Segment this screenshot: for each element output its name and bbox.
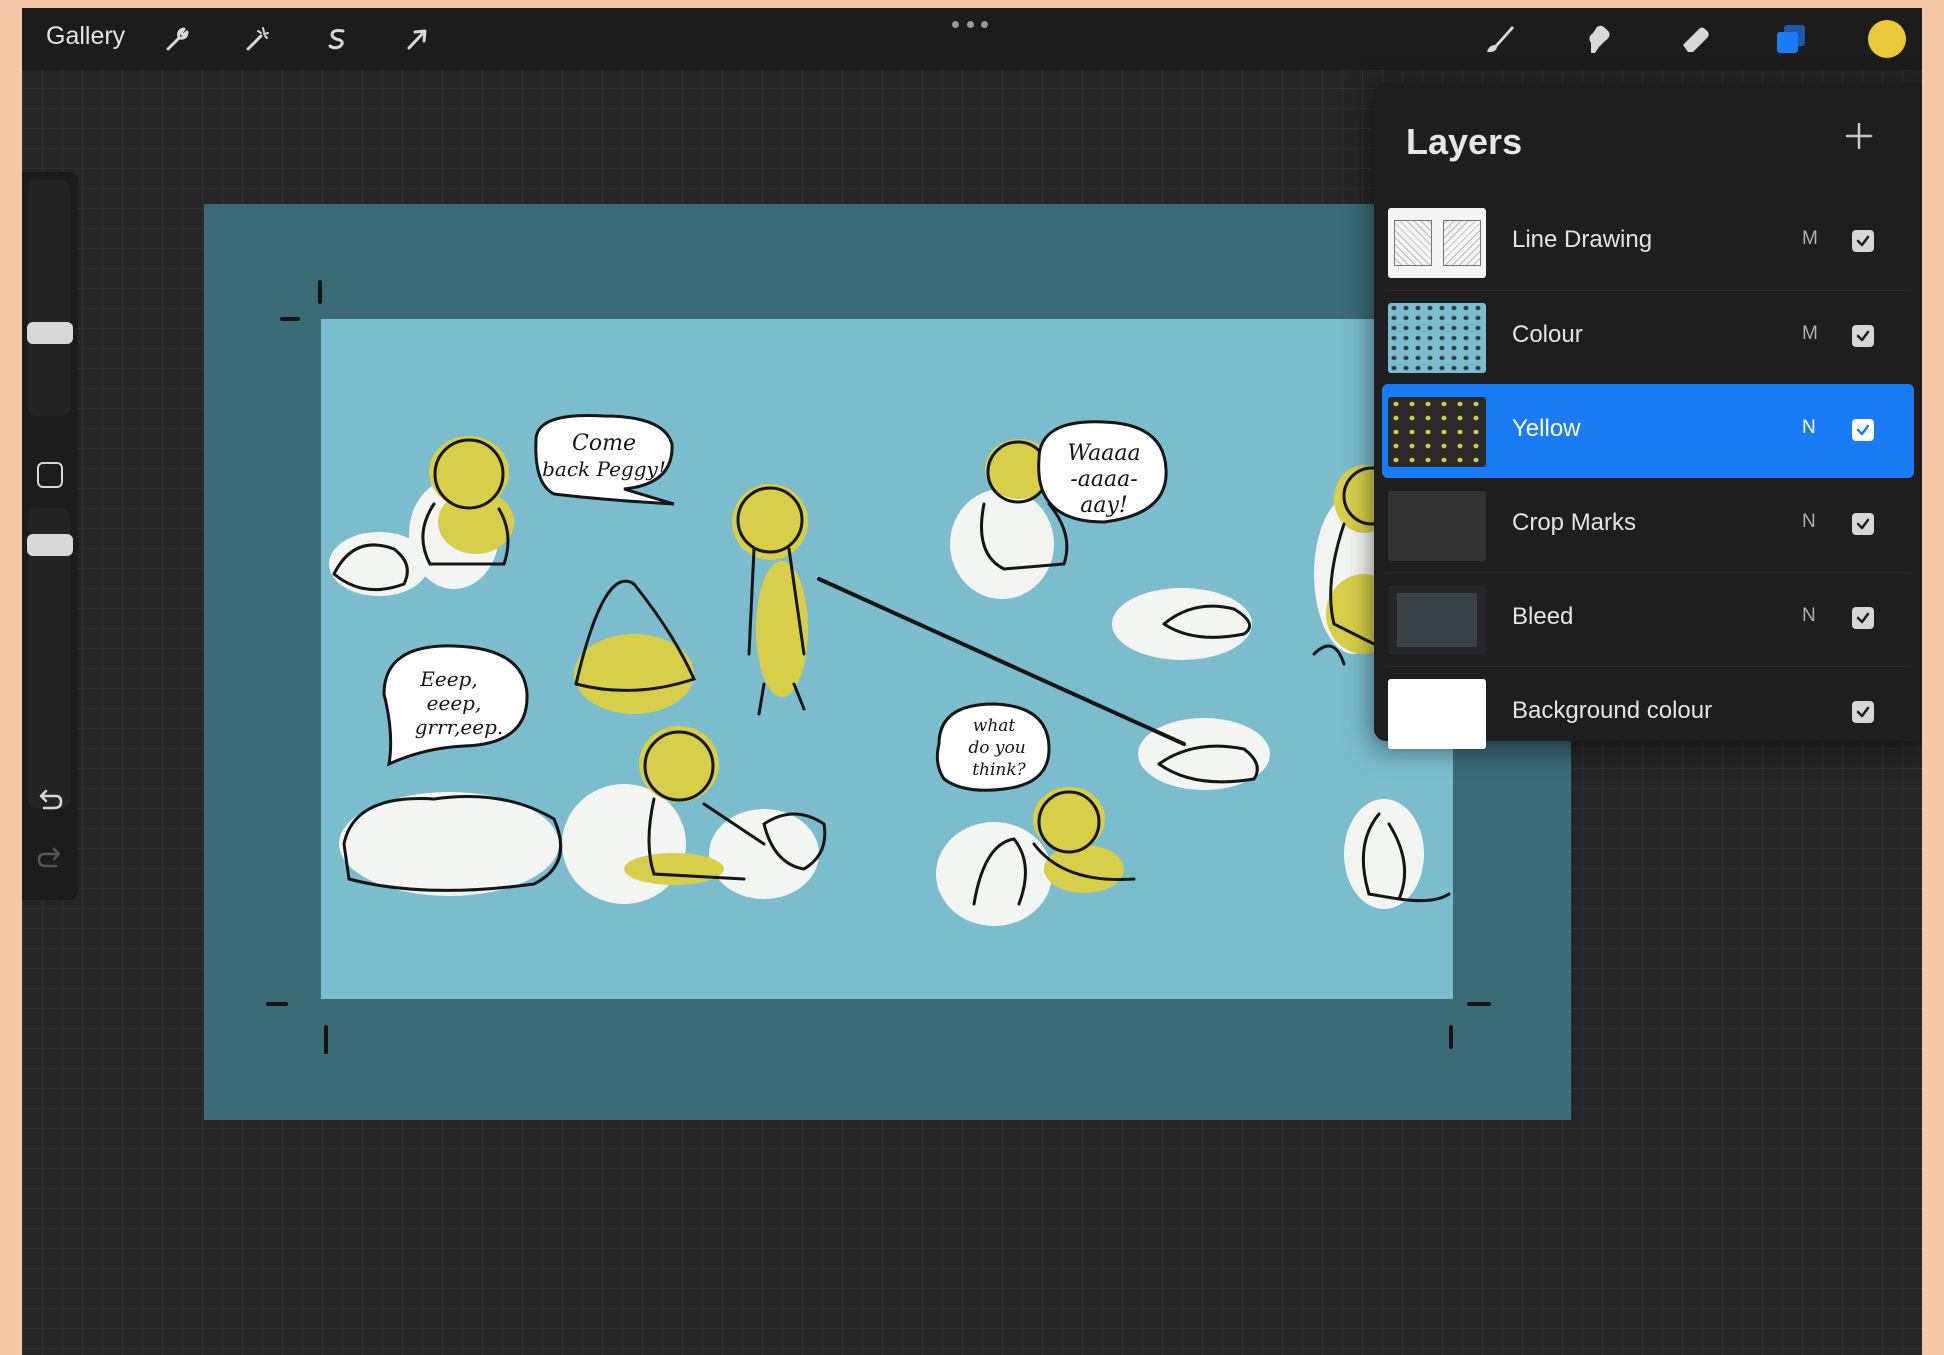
- checkmark-icon: [1856, 612, 1870, 624]
- layer-row[interactable]: Line Drawing M: [1382, 196, 1914, 290]
- left-sidebar: [22, 172, 78, 900]
- speech-bubble-waaaa: Waaaa -aaaa- aay!: [1037, 420, 1168, 524]
- layer-name: Crop Marks: [1512, 509, 1637, 536]
- layer-blend-mode-button[interactable]: M: [1802, 228, 1818, 250]
- layer-thumbnail[interactable]: [1388, 303, 1486, 373]
- layer-blend-mode-button[interactable]: M: [1802, 323, 1818, 345]
- svg-text:what: what: [973, 716, 1016, 736]
- layer-visibility-checkbox[interactable]: [1852, 513, 1874, 535]
- svg-text:grrr,eep.: grrr,eep.: [415, 715, 503, 739]
- opacity-slider-thumb[interactable]: [27, 534, 73, 556]
- layer-name: Colour: [1512, 321, 1583, 348]
- layer-blend-mode-button[interactable]: N: [1802, 511, 1816, 533]
- smudge-icon[interactable]: [1578, 20, 1616, 58]
- layer-visibility-checkbox[interactable]: [1852, 701, 1874, 723]
- layer-name: Bleed: [1512, 603, 1574, 630]
- modify-square-icon[interactable]: [37, 462, 63, 488]
- svg-text:Eeep,: Eeep,: [419, 667, 477, 691]
- layer-name: Yellow: [1512, 415, 1581, 442]
- svg-text:back Peggy!: back Peggy!: [542, 457, 666, 481]
- layers-panel: Layers Line Drawing M Colour M Yellow N Crop M…: [1374, 83, 1922, 749]
- more-ellipsis-icon[interactable]: [952, 16, 988, 32]
- layer-visibility-checkbox[interactable]: [1852, 419, 1874, 441]
- layer-visibility-checkbox[interactable]: [1852, 230, 1874, 252]
- layer-thumbnail[interactable]: [1388, 679, 1486, 749]
- redo-icon[interactable]: [34, 842, 66, 874]
- layer-thumbnail[interactable]: [1388, 397, 1486, 467]
- speech-bubble-what: what do you think?: [935, 702, 1051, 792]
- checkmark-icon: [1856, 330, 1870, 342]
- svg-text:eeep,: eeep,: [427, 691, 482, 715]
- undo-icon[interactable]: [34, 784, 66, 816]
- layers-icon[interactable]: [1772, 20, 1810, 58]
- artwork: Come back Peggy! Waaaa -aaaa- aay! Eeep,…: [204, 204, 1571, 1120]
- layers-title: Layers: [1406, 121, 1523, 162]
- layer-blend-mode-button[interactable]: N: [1802, 605, 1816, 627]
- svg-text:Waaaa: Waaaa: [1067, 441, 1140, 466]
- add-layer-plus-icon[interactable]: [1844, 121, 1874, 151]
- layer-row[interactable]: Crop Marks N: [1382, 478, 1914, 572]
- svg-text:think?: think?: [972, 760, 1026, 780]
- gallery-button[interactable]: Gallery: [46, 22, 125, 51]
- checkmark-icon: [1856, 706, 1870, 718]
- brush-size-slider[interactable]: [28, 180, 70, 416]
- adjustments-magic-wand-icon[interactable]: [238, 20, 276, 58]
- layer-row[interactable]: Bleed N: [1382, 572, 1914, 666]
- brush-size-slider-thumb[interactable]: [27, 322, 73, 344]
- layer-name: Background colour: [1512, 697, 1713, 724]
- svg-text:aay!: aay!: [1080, 493, 1128, 518]
- layer-row[interactable]: Colour M: [1382, 290, 1914, 384]
- selection-s-icon[interactable]: [318, 20, 356, 58]
- layer-row[interactable]: Yellow N: [1382, 384, 1914, 478]
- drawing-canvas[interactable]: Come back Peggy! Waaaa -aaaa- aay! Eeep,…: [204, 204, 1571, 1120]
- layer-thumbnail[interactable]: [1388, 208, 1486, 278]
- top-toolbar: Gallery: [22, 8, 1922, 70]
- svg-text:-aaaa-: -aaaa-: [1070, 467, 1137, 492]
- layer-visibility-checkbox[interactable]: [1852, 325, 1874, 347]
- eraser-icon[interactable]: [1676, 20, 1714, 58]
- svg-text:do you: do you: [968, 738, 1025, 758]
- layer-visibility-checkbox[interactable]: [1852, 607, 1874, 629]
- color-picker-swatch[interactable]: [1868, 20, 1906, 58]
- layer-thumbnail[interactable]: [1388, 585, 1486, 655]
- svg-text:Come: Come: [572, 431, 636, 456]
- checkmark-icon: [1856, 424, 1870, 436]
- layer-list: Line Drawing M Colour M Yellow N Crop Marks N Bl…: [1374, 196, 1922, 760]
- checkmark-icon: [1856, 235, 1870, 247]
- checkmark-icon: [1856, 518, 1870, 530]
- actions-wrench-icon[interactable]: [158, 20, 196, 58]
- layer-row[interactable]: Background colour: [1382, 666, 1914, 760]
- procreate-app: Come back Peggy! Waaaa -aaaa- aay! Eeep,…: [22, 8, 1922, 1355]
- layer-blend-mode-button[interactable]: N: [1802, 417, 1816, 439]
- layer-thumbnail[interactable]: [1388, 491, 1486, 561]
- layer-name: Line Drawing: [1512, 226, 1653, 253]
- transform-arrow-icon[interactable]: [398, 20, 436, 58]
- brush-icon[interactable]: [1480, 20, 1518, 58]
